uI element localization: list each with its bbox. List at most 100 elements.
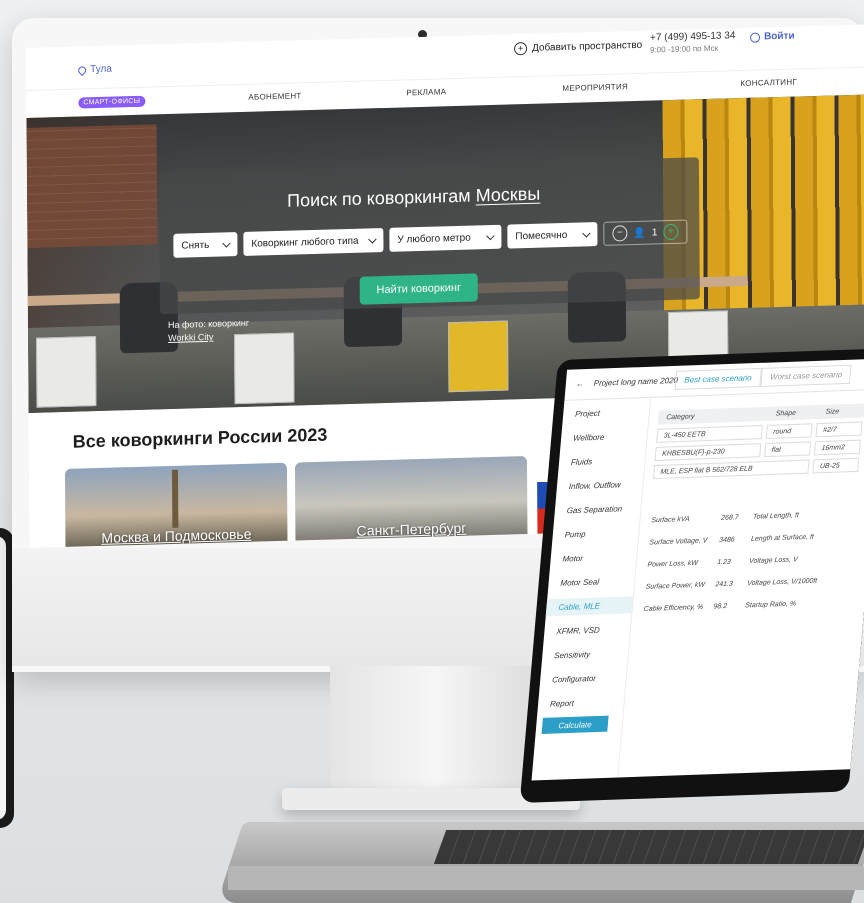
coworking-type-value: Коворкинг любого типа	[251, 235, 359, 250]
project-name: Project long name 2020	[593, 375, 679, 388]
table-cell[interactable]: UB-25	[812, 457, 860, 474]
back-arrow-icon[interactable]: ←	[575, 379, 584, 388]
table-cell[interactable]: KHBESBU(F)-p-230	[654, 443, 762, 461]
plus-icon[interactable]: +	[663, 223, 679, 241]
cable-table: Category Shape Size 3L-450 EETB round #2…	[652, 403, 864, 480]
calculate-button[interactable]: Calculate	[541, 715, 609, 735]
guests-count: 1	[651, 226, 658, 239]
stat-label: Power Loss, kW	[647, 559, 699, 569]
stat-label: Surface Voltage, V	[649, 537, 708, 547]
period-value: Помесячно	[515, 229, 568, 242]
coworking-type-select[interactable]: Коворкинг любого типа	[243, 228, 384, 256]
sidebar-item-xfmr[interactable]: XFMR, VSD	[556, 626, 600, 637]
add-space-label: Добавить пространство	[532, 39, 643, 54]
section-title: Все коворкинги России 2023	[72, 424, 328, 452]
stat-label: Voltage Loss, V/1000ft	[746, 577, 818, 588]
chevron-down-icon	[582, 228, 591, 238]
period-select[interactable]: Помесячно	[507, 222, 598, 249]
stat-value: 241.3	[715, 580, 734, 589]
login-button[interactable]: Войти	[750, 31, 795, 43]
table-cell[interactable]: #2/7	[815, 421, 863, 438]
chevron-down-icon	[222, 238, 231, 248]
app-sidebar: Project Wellbore Fluids Inflow, Outflow …	[531, 396, 652, 781]
photo-caption: На фото: коворкинг Workki City	[168, 317, 249, 345]
photo-caption-link[interactable]: Workki City	[168, 330, 249, 345]
stat-label: Total Length, ft	[752, 512, 800, 521]
sidebar-item-report[interactable]: Report	[550, 699, 575, 709]
city-card-spb[interactable]: Санкт-Петербург	[294, 456, 528, 543]
sidebar-item-project[interactable]: Project	[575, 409, 601, 419]
stat-label: Startup Ratio, %	[744, 600, 797, 610]
hero-photo-cabinet	[36, 336, 97, 408]
sidebar-item-cable-mle[interactable]: Cable, MLE	[545, 596, 633, 617]
city-selector[interactable]: Тула	[76, 63, 112, 76]
phone-number[interactable]: +7 (499) 495-13 34	[650, 30, 735, 43]
sidebar-item-configurator[interactable]: Configurator	[552, 674, 597, 685]
stat-value: 1.23	[716, 558, 732, 567]
laptop-base	[228, 866, 864, 890]
moscow-photo-tower	[171, 469, 179, 528]
deal-type-value: Снять	[181, 239, 210, 252]
stat-label: Cable Efficiency, %	[643, 603, 704, 613]
person-icon: 👤	[633, 227, 646, 239]
add-space-link[interactable]: + Добавить пространство	[514, 39, 642, 56]
city-label: Тула	[90, 63, 112, 76]
metro-select[interactable]: У любого метро	[389, 224, 502, 252]
guests-stepper[interactable]: − 👤 1 +	[603, 219, 688, 246]
nav-item-advertising[interactable]: РЕКЛАМА	[406, 87, 446, 97]
sidebar-item-pump[interactable]: Pump	[564, 530, 586, 540]
table-cell[interactable]: 3L-450 EETB	[656, 425, 763, 443]
nav-item-consulting[interactable]: КОНСАЛТИНГ	[740, 77, 797, 88]
sidebar-item-motor[interactable]: Motor	[562, 554, 583, 564]
laptop-screen: ← Project long name 2020 Best case scena…	[519, 348, 864, 804]
plus-circle-icon: +	[514, 42, 528, 56]
tab-worst-case[interactable]: Worst case scenario	[760, 364, 853, 387]
sidebar-item-wellbore[interactable]: Wellbore	[573, 433, 605, 443]
hero-photo-cabinet-yellow	[447, 320, 509, 393]
city-card-moscow[interactable]: Москва и Подмосковье	[64, 462, 288, 548]
sidebar-item-motor-seal[interactable]: Motor Seal	[560, 577, 599, 587]
login-label: Войти	[764, 30, 795, 43]
stat-value: 3486	[718, 536, 735, 545]
minus-icon[interactable]: −	[612, 225, 628, 242]
chevron-down-icon	[368, 234, 377, 244]
stat-label: Surface kVA	[651, 515, 691, 525]
sidebar-item-sensitivity[interactable]: Sensitivity	[554, 650, 591, 660]
laptop-keys	[433, 830, 864, 864]
hero-city-link[interactable]: Москвы	[476, 184, 541, 206]
table-header-size: Size	[817, 403, 864, 420]
metro-value: У любого метро	[397, 232, 471, 246]
monitor-stand	[330, 666, 540, 792]
table-cell[interactable]: flat	[764, 441, 812, 458]
location-pin-icon	[76, 64, 88, 76]
device-mockup-scene: Тула + Добавить пространство +7 (499) 49…	[0, 0, 864, 903]
table-header-shape: Shape	[767, 405, 819, 421]
app-topbar: ← Project long name 2020 Best case scena…	[564, 358, 864, 401]
engineering-app: ← Project long name 2020 Best case scena…	[531, 358, 864, 781]
table-cell[interactable]: MLE, ESP flat B 562/728 ELB	[652, 459, 810, 480]
sidebar-item-inflow[interactable]: Inflow, Outflow	[568, 480, 621, 491]
table-header-category: Category	[657, 406, 769, 425]
phone-screen	[0, 536, 6, 820]
laptop: ← Project long name 2020 Best case scena…	[519, 348, 864, 804]
stat-value: 98.2	[713, 602, 728, 611]
stat-label: Voltage Loss, V	[748, 556, 799, 566]
stat-label: Surface Power, kW	[645, 581, 706, 591]
find-coworking-button[interactable]: Найти коворкинг	[359, 273, 478, 305]
hero-photo-cabinet	[234, 332, 295, 405]
nav-item-events[interactable]: МЕРОПРИЯТИЯ	[562, 82, 628, 93]
user-icon	[750, 32, 761, 43]
stat-label: Length at Surface, ft	[750, 533, 815, 543]
photo-caption-line1: На фото: коворкинг	[167, 317, 250, 331]
sidebar-item-fluids[interactable]: Fluids	[571, 457, 593, 467]
deal-type-select[interactable]: Снять	[173, 232, 238, 258]
working-hours: 9:00 -19:00 по Мск	[650, 43, 719, 55]
sidebar-item-gas-separation[interactable]: Gas Separation	[566, 504, 622, 515]
nav-item-subscription[interactable]: АБОНЕМЕНТ	[248, 91, 301, 101]
table-cell[interactable]: round	[765, 423, 813, 439]
tab-best-case[interactable]: Best case scenario	[674, 367, 762, 391]
chevron-down-icon	[486, 231, 495, 240]
hero-photo-brick-wall	[26, 124, 158, 248]
nav-smart-offices-badge[interactable]: СМАРТ-ОФИСЫ	[78, 95, 146, 109]
table-cell[interactable]: 16mm2	[813, 439, 861, 456]
